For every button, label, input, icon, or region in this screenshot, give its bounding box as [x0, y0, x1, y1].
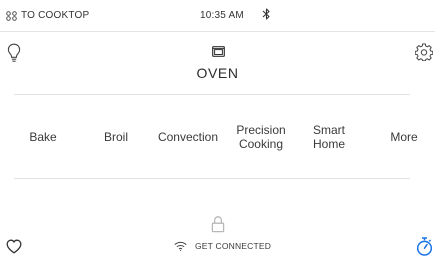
to-cooktop-label: TO COOKTOP [21, 10, 90, 21]
lock-icon [211, 216, 225, 233]
clock: 10:35 AM [200, 10, 244, 21]
bluetooth-icon [262, 8, 270, 20]
status-bar: TO COOKTOP 10:35 AM [0, 0, 435, 32]
page-title: OVEN [196, 65, 239, 81]
mode-label: Convection [157, 130, 219, 144]
mode-label: More [390, 130, 418, 144]
mode-label: Broil [103, 130, 128, 144]
mode-precision-cooking[interactable]: Precision Cooking [226, 108, 296, 166]
mode-bake[interactable]: Bake [18, 108, 68, 166]
light-bulb-icon[interactable] [7, 43, 21, 63]
to-cooktop-link[interactable]: TO COOKTOP [6, 10, 89, 21]
get-connected-button[interactable]: GET CONNECTED [174, 241, 271, 251]
cooktop-burners-icon [6, 10, 17, 21]
mode-broil[interactable]: Broil [92, 108, 140, 166]
get-connected-label: GET CONNECTED [195, 241, 272, 251]
oven-icon [212, 46, 225, 57]
mode-label: Precision Cooking [236, 123, 286, 151]
heart-icon[interactable] [6, 239, 22, 254]
top-divider [14, 94, 410, 95]
gear-icon[interactable] [415, 43, 433, 61]
mode-smart-home[interactable]: Smart Home [302, 108, 356, 166]
timer-icon[interactable] [416, 237, 433, 256]
mode-convection[interactable]: Convection [151, 108, 225, 166]
bottom-divider [14, 178, 410, 179]
wifi-icon [174, 241, 187, 251]
mode-more[interactable]: More [380, 108, 428, 166]
mode-label: Bake [29, 130, 57, 144]
mode-label: Smart Home [312, 123, 345, 151]
cooking-mode-menu: Bake Broil Convection Precision Cooking … [0, 108, 435, 166]
